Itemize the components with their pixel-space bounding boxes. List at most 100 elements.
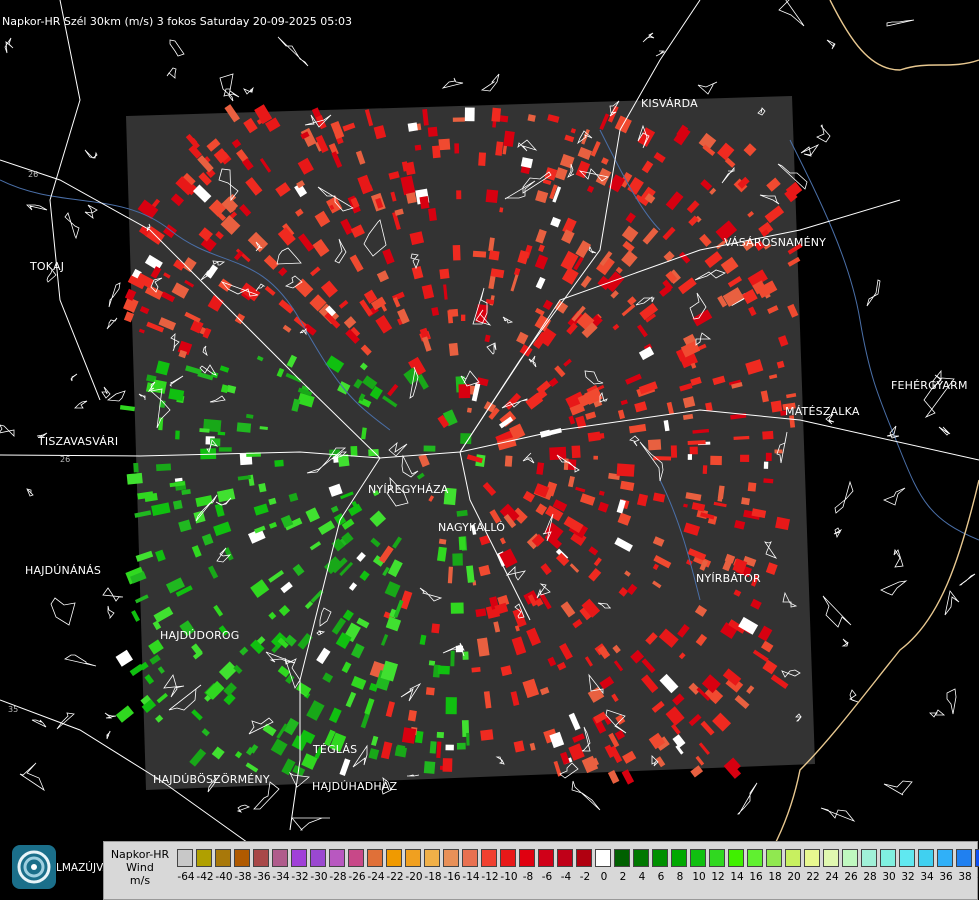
radar-echo: [740, 454, 750, 462]
legend-swatch: [614, 849, 630, 867]
legend-tick-label: -34: [272, 871, 290, 883]
radar-echo: [432, 145, 441, 159]
radar-map: [0, 0, 979, 900]
radar-echo: [437, 665, 450, 675]
legend-swatch: [899, 849, 915, 867]
radar-echo: [175, 430, 180, 440]
radar-echo: [616, 463, 635, 477]
radar-echo: [438, 538, 447, 545]
radar-echo: [456, 742, 466, 750]
radar-echo: [710, 455, 722, 466]
legend-swatch: [310, 849, 326, 867]
legend-tick-label: -32: [291, 871, 309, 883]
radar-echo: [454, 143, 460, 154]
legend-swatch: [234, 849, 250, 867]
radar-echo: [452, 117, 465, 122]
legend-swatch: [747, 849, 763, 867]
legend-tick-label: 36: [939, 871, 953, 883]
legend-tick-label: -20: [405, 871, 423, 883]
legend-title: Napkor-HR Wind m/s: [106, 848, 174, 887]
radar-echo: [770, 400, 783, 413]
legend-tick-label: -64: [177, 871, 195, 883]
legend-tick-label: 2: [619, 871, 627, 883]
radar-echo: [488, 250, 500, 261]
radar-echo: [425, 687, 435, 696]
legend-tick-label: 20: [787, 871, 801, 883]
radar-echo: [126, 472, 143, 485]
legend-tick-label: 26: [844, 871, 858, 883]
legend-tick-label: -28: [329, 871, 347, 883]
legend-tick-label: -6: [541, 871, 553, 883]
legend-tick-label: 38: [958, 871, 972, 883]
radar-echo: [439, 268, 450, 280]
radar-echo: [765, 452, 772, 462]
radar-echo: [445, 697, 457, 715]
legend-tick-label: 30: [882, 871, 896, 883]
legend-swatch: [291, 849, 307, 867]
legend-swatch: [880, 849, 896, 867]
legend-tick-label: -8: [522, 871, 534, 883]
legend-swatch: [975, 849, 979, 867]
radar-echo: [571, 445, 581, 459]
place-label-vasarosnameny: VÁSÁROSNAMÉNY: [724, 236, 827, 249]
legend-swatch: [177, 849, 193, 867]
legend-swatch: [918, 849, 934, 867]
legend-tick-label: -22: [386, 871, 404, 883]
legend-tick-label: 10: [692, 871, 706, 883]
legend-tick-label: 22: [806, 871, 820, 883]
radar-echo: [450, 650, 455, 667]
radar-echo: [499, 115, 509, 123]
map-title: Napkor-HR Szél 30km (m/s) 3 fokos Saturd…: [2, 15, 352, 28]
radar-echo: [478, 152, 487, 166]
radar-echo: [687, 454, 692, 460]
legend-swatch: [348, 849, 364, 867]
radar-echo: [763, 461, 769, 469]
legend-tick-label: 0: [600, 871, 608, 883]
radar-echo: [427, 126, 438, 137]
place-label-nagykallo: NAGYKÁLLÓ: [438, 521, 506, 534]
legend-swatch: [671, 849, 687, 867]
legend-swatch: [633, 849, 649, 867]
legend-tick-label: -18: [424, 871, 442, 883]
legend-swatch: [500, 849, 516, 867]
legend-tick-label: -16: [443, 871, 461, 883]
radar-echo: [407, 122, 418, 132]
legend-tick-label: 16: [749, 871, 763, 883]
radar-echo: [747, 482, 757, 492]
radar-echo: [350, 446, 358, 457]
legend-swatch: [386, 849, 402, 867]
legend-tick-label: -38: [234, 871, 252, 883]
radar-echo: [670, 445, 678, 458]
radar-echo: [762, 430, 774, 440]
radar-echo: [464, 107, 475, 122]
radar-echo: [401, 727, 417, 744]
legend-line-product: Napkor-HR: [110, 848, 170, 861]
legend-tick-label: -24: [367, 871, 385, 883]
radar-echo: [485, 189, 499, 204]
radar-echo: [423, 761, 436, 774]
place-label-fehergyarmat: FEHÉRGYARM: [891, 379, 968, 392]
radar-echo: [461, 314, 466, 322]
legend-tick-label: 8: [676, 871, 684, 883]
legend-swatch: [576, 849, 592, 867]
legend-tick-label: 32: [901, 871, 915, 883]
radar-echo: [647, 439, 662, 451]
radar-echo: [199, 428, 210, 433]
radar-echo: [702, 465, 708, 475]
radar-echo: [133, 462, 139, 473]
radar-echo: [763, 478, 774, 484]
place-label-teglas: TÉGLÁS: [313, 743, 358, 756]
legend-tick-label: 14: [730, 871, 744, 883]
legend-swatch: [785, 849, 801, 867]
legend-tick-label: -4: [560, 871, 572, 883]
legend-swatch: [557, 849, 573, 867]
radar-echo: [452, 244, 461, 261]
legend-swatch: [766, 849, 782, 867]
radar-echo: [274, 459, 284, 467]
radar-echo: [458, 536, 466, 550]
radar-echo: [549, 446, 567, 461]
legend-swatch: [842, 849, 858, 867]
radar-echo: [172, 499, 183, 510]
radar-echo: [442, 758, 453, 772]
legend-swatch: [804, 849, 820, 867]
